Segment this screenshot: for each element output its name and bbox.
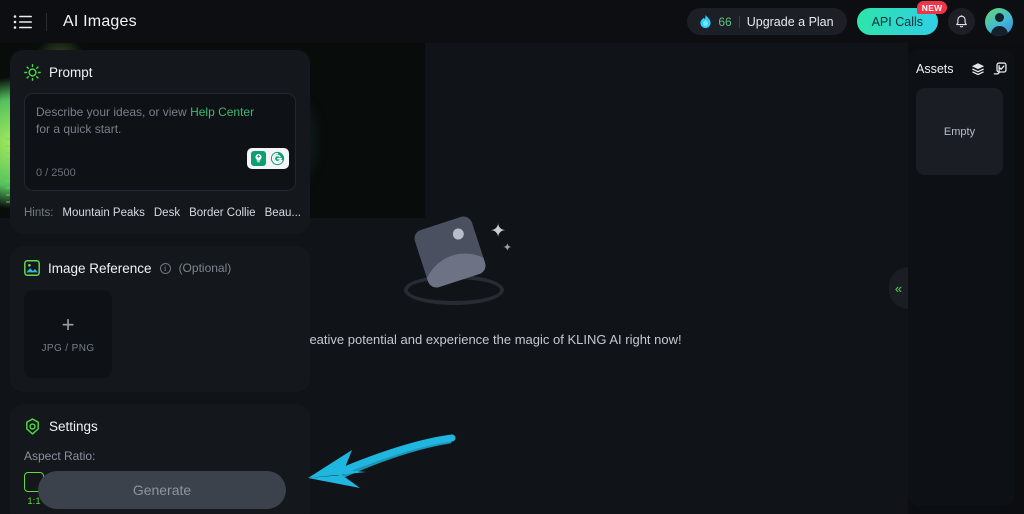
- prompt-hints-row: Hints: Mountain Peaks Desk Border Collie…: [24, 205, 301, 220]
- credits-upgrade-pill[interactable]: 66 Upgrade a Plan: [687, 8, 847, 35]
- sparkle-icon: ✦: [490, 221, 506, 242]
- image-reference-header: Image Reference i (Optional): [24, 260, 296, 276]
- hint-chip-2[interactable]: Border Collie: [189, 207, 255, 219]
- help-center-link[interactable]: Help Center: [190, 105, 254, 119]
- assets-title: Assets: [916, 62, 954, 76]
- layers-icon[interactable]: [971, 62, 985, 76]
- placeholder-image-card: [412, 214, 488, 290]
- hint-chip-0[interactable]: Mountain Peaks: [62, 207, 144, 219]
- bell-icon: [956, 14, 967, 27]
- prompt-placeholder-post: for a quick start.: [36, 122, 122, 137]
- aspect-ratio-label: Aspect Ratio:: [24, 449, 96, 463]
- character-counter: 0 / 2500: [36, 166, 76, 179]
- sun-sparkle-icon: [24, 64, 41, 81]
- image-upload-dropzone[interactable]: + JPG / PNG: [24, 290, 112, 378]
- info-icon[interactable]: i: [159, 262, 171, 274]
- page-title: AI Images: [63, 12, 137, 30]
- prompt-placeholder: Describe your ideas, or view Help Center…: [36, 104, 268, 139]
- grammarly-icon[interactable]: [269, 150, 286, 167]
- image-reference-title: Image Reference: [48, 260, 152, 276]
- credits-separator: [738, 15, 740, 28]
- settings-title: Settings: [49, 419, 98, 434]
- sparkle-icon: ✦: [502, 242, 512, 254]
- api-calls-wrapper: API Calls NEW: [856, 1, 947, 35]
- top-header-bar: AI Images 66 Upgrade a Plan API Calls NE…: [0, 0, 1024, 43]
- prompt-card-header: Prompt: [24, 64, 296, 81]
- image-reference-card: Image Reference i (Optional) + JPG / PNG: [10, 246, 310, 392]
- ai-images-app: ✦ ✦ Unlock your creative potential and e…: [0, 0, 1024, 514]
- left-control-panel: Prompt Describe your ideas, or view Help…: [10, 50, 310, 514]
- upload-formats-label: JPG / PNG: [41, 343, 95, 354]
- placeholder-ellipse: [404, 275, 504, 305]
- header-divider: [46, 12, 47, 31]
- assets-header-icons: [971, 62, 1007, 76]
- lightbulb-idea-icon[interactable]: [250, 150, 267, 167]
- image-placeholder-icon: ✦ ✦: [394, 210, 514, 310]
- assets-header: Assets: [916, 62, 1007, 76]
- assets-panel: Assets Empty: [908, 50, 1015, 506]
- assets-empty-label: Empty: [943, 125, 976, 138]
- double-chevron-left-icon: «: [894, 280, 903, 296]
- user-avatar[interactable]: [985, 7, 1013, 36]
- prompt-card: Prompt Describe your ideas, or view Help…: [10, 50, 310, 234]
- hints-label: Hints:: [24, 206, 54, 219]
- new-badge: NEW: [917, 1, 947, 14]
- copy-check-icon[interactable]: [993, 62, 1007, 76]
- header-actions: 66 Upgrade a Plan API Calls NEW: [687, 1, 1024, 36]
- plus-icon: +: [61, 312, 75, 337]
- upgrade-plan-label: Upgrade a Plan: [746, 14, 834, 29]
- notifications-button[interactable]: [948, 8, 975, 35]
- generate-button[interactable]: Generate: [38, 471, 286, 509]
- assets-empty-state: Empty: [916, 88, 1003, 175]
- gear-icon: [26, 418, 39, 435]
- hint-chip-3[interactable]: Beau...: [265, 207, 301, 219]
- credits-value: 66: [718, 14, 732, 29]
- flame-credit-icon: [700, 15, 711, 28]
- settings-header: Settings: [24, 418, 296, 435]
- prompt-input-box[interactable]: Describe your ideas, or view Help Center…: [24, 93, 296, 191]
- prompt-tool-icons: [247, 148, 289, 169]
- prompt-placeholder-pre: Describe your ideas, or view: [36, 105, 191, 119]
- optional-label: (Optional): [178, 261, 232, 275]
- hint-chip-1[interactable]: Desk: [154, 207, 180, 219]
- image-icon: [24, 260, 40, 276]
- hamburger-menu-icon[interactable]: [12, 11, 34, 33]
- prompt-title: Prompt: [49, 65, 93, 80]
- collapse-assets-panel-button[interactable]: «: [889, 267, 908, 309]
